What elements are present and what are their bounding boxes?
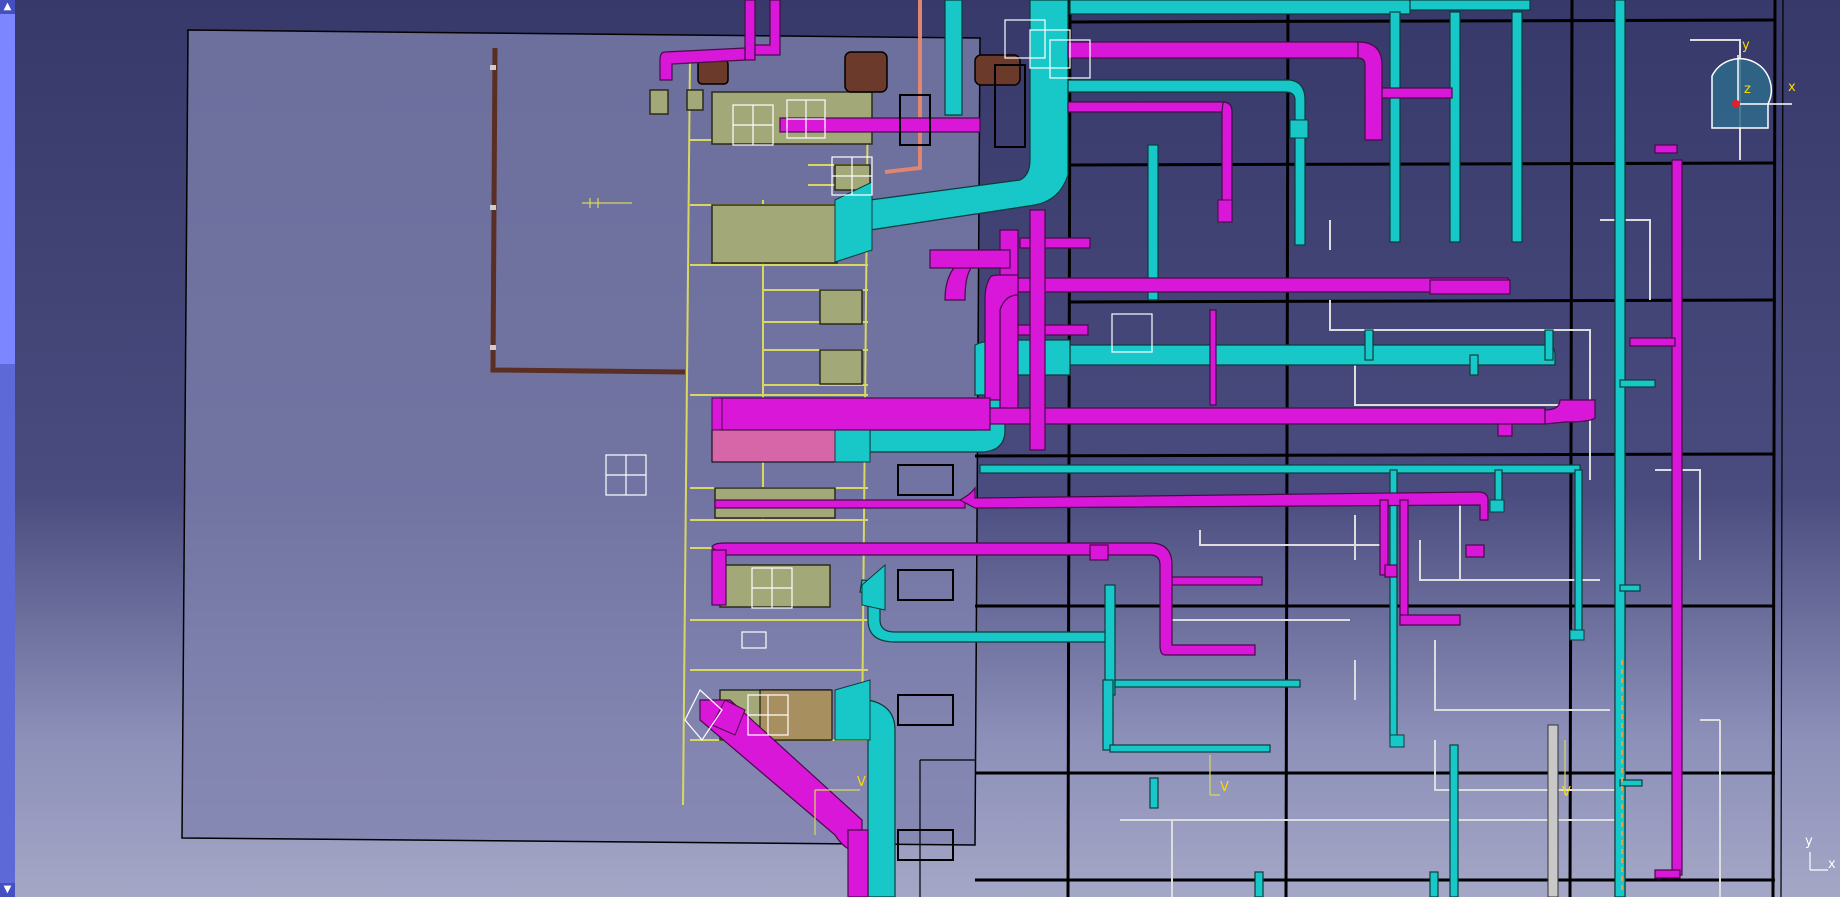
mini-axis-x-label: x bbox=[1828, 857, 1836, 872]
compass-widget[interactable] bbox=[1711, 55, 1792, 129]
mini-axis-indicator bbox=[1809, 852, 1828, 871]
pink-unit bbox=[711, 429, 841, 463]
annotation-v3: V bbox=[1562, 785, 1571, 800]
compass-z-label: z bbox=[1744, 82, 1751, 97]
annotation-v2: V bbox=[1220, 780, 1229, 795]
grey-post bbox=[1547, 724, 1559, 897]
annotation-v1: V bbox=[857, 775, 866, 790]
compass-y-label: y bbox=[1742, 38, 1750, 53]
compass-x-label: x bbox=[1788, 80, 1796, 95]
3d-viewport[interactable]: ▲ ▼ y x z y x V V V bbox=[0, 0, 1840, 897]
mini-axis-y-label: y bbox=[1805, 834, 1813, 849]
model-scene[interactable] bbox=[0, 0, 1840, 897]
compass-origin bbox=[1732, 100, 1740, 108]
